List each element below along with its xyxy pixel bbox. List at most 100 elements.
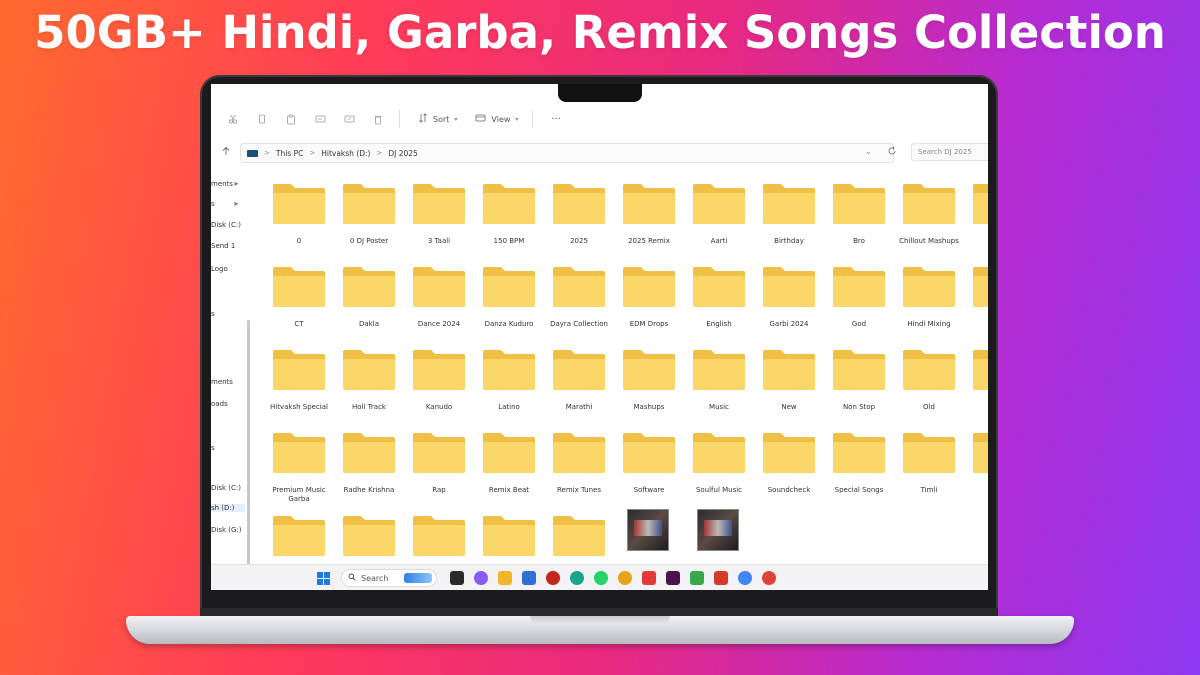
breadcrumb-current-folder[interactable]: DJ 2025 xyxy=(388,149,417,158)
folder-item[interactable]: Bro xyxy=(829,182,895,262)
nav-item[interactable]: Disk (C:) xyxy=(211,484,241,492)
folder-item[interactable]: 2025 Remix xyxy=(619,182,685,262)
folder-item[interactable]: H xyxy=(969,265,988,345)
share-icon[interactable] xyxy=(342,112,356,126)
folder-item[interactable]: Music xyxy=(689,348,755,428)
folder-item[interactable]: Dayra Collection xyxy=(549,265,615,345)
nav-item-selected[interactable]: sh (D:) xyxy=(211,504,245,512)
folder-item[interactable]: God xyxy=(829,265,895,345)
task-view-icon[interactable] xyxy=(450,571,464,585)
folder-item[interactable]: Mashups xyxy=(619,348,685,428)
more-options-button[interactable]: ··· xyxy=(551,114,561,125)
folder-item[interactable]: Kanudo xyxy=(409,348,475,428)
folder-item[interactable]: 150 BPM xyxy=(479,182,545,262)
search-input[interactable]: Search DJ 2025 xyxy=(911,143,988,161)
folder-item[interactable]: Rap xyxy=(409,431,475,511)
copy-icon[interactable] xyxy=(255,112,269,126)
view-icon xyxy=(475,113,486,125)
folder-icon xyxy=(343,184,395,224)
folder-item[interactable] xyxy=(969,348,988,428)
folder-item[interactable]: Holi Track xyxy=(339,348,405,428)
folder-item[interactable]: Marathi xyxy=(549,348,615,428)
folder-item[interactable]: Radhe Krishna xyxy=(339,431,405,511)
folder-item[interactable]: Chillout Mashups xyxy=(899,182,965,262)
folder-label: English xyxy=(706,320,732,328)
nav-item[interactable]: oads xyxy=(211,400,228,408)
folder-item[interactable]: 0 DJ Poster xyxy=(339,182,405,262)
folder-item[interactable]: Remix Tunes xyxy=(549,431,615,511)
laptop-screen: Sort ▾ View ▾ ··· > This PC > Hitvaksh (… xyxy=(211,84,988,590)
slack-icon[interactable] xyxy=(666,571,680,585)
nav-item[interactable]: ments xyxy=(211,180,233,188)
folder-item[interactable]: Hindi Mixing xyxy=(899,265,965,345)
folder-item[interactable]: Dakla xyxy=(339,265,405,345)
nav-item[interactable]: Disk (G:) xyxy=(211,526,242,534)
folder-item[interactable]: Danza Kuduro xyxy=(479,265,545,345)
app-red-icon[interactable] xyxy=(546,571,560,585)
folder-item[interactable]: New xyxy=(759,348,825,428)
folder-item[interactable]: Cro xyxy=(969,182,988,262)
nav-scrollbar[interactable] xyxy=(247,320,250,590)
refresh-icon[interactable] xyxy=(887,146,897,158)
up-arrow-icon[interactable] xyxy=(221,146,231,158)
folder-item[interactable]: CT xyxy=(269,265,335,345)
app-green-icon[interactable] xyxy=(690,571,704,585)
address-bar[interactable]: > This PC > Hitvaksh (D:) > DJ 2025 ⌄ xyxy=(240,143,894,163)
nav-item[interactable]: ments xyxy=(211,378,233,386)
folder-item[interactable]: 0 xyxy=(269,182,335,262)
chevron-down-icon[interactable]: ⌄ xyxy=(865,147,872,156)
pin-icon: ➤ xyxy=(233,180,239,188)
folder-item[interactable]: Remix Beat xyxy=(479,431,545,511)
folder-item[interactable]: Dance 2024 xyxy=(409,265,475,345)
windows-start-icon[interactable] xyxy=(317,572,330,585)
laptop-notch xyxy=(558,84,642,102)
folder-item[interactable]: Birthday xyxy=(759,182,825,262)
folder-item[interactable]: Premium Music Garba xyxy=(269,431,335,511)
folder-item[interactable]: Garbi 2024 xyxy=(759,265,825,345)
folder-item[interactable]: Software xyxy=(619,431,685,511)
folder-label: Kanudo xyxy=(425,403,453,411)
app-red2-icon[interactable] xyxy=(642,571,656,585)
app-teal-icon[interactable] xyxy=(570,571,584,585)
copilot-icon[interactable] xyxy=(474,571,488,585)
folder-item[interactable]: Hitvaksh Special xyxy=(269,348,335,428)
taskbar-search[interactable]: Search xyxy=(341,569,437,587)
paste-icon[interactable] xyxy=(284,112,298,126)
whatsapp-icon[interactable] xyxy=(594,571,608,585)
folder-item[interactable]: Special Songs xyxy=(829,431,895,511)
folder-item[interactable]: English xyxy=(689,265,755,345)
chrome3-icon[interactable] xyxy=(762,571,776,585)
file-explorer-icon[interactable] xyxy=(498,571,512,585)
store-icon[interactable] xyxy=(522,571,536,585)
folder-item[interactable]: Non Stop xyxy=(829,348,895,428)
folder-item[interactable]: Soundcheck xyxy=(759,431,825,511)
folder-item[interactable]: Aarti xyxy=(689,182,755,262)
nav-item[interactable]: Disk (C:) xyxy=(211,221,241,229)
nav-item[interactable]: s xyxy=(211,310,215,318)
image-thumbnail[interactable] xyxy=(697,509,739,551)
folder-item[interactable]: Old xyxy=(899,348,965,428)
cut-icon[interactable] xyxy=(226,112,240,126)
view-button[interactable]: View ▾ xyxy=(475,113,518,125)
breadcrumb-this-pc[interactable]: This PC xyxy=(276,149,303,158)
chrome-icon[interactable] xyxy=(618,571,632,585)
folder-item[interactable]: Soulful Music xyxy=(689,431,755,511)
nav-item[interactable]: Logo xyxy=(211,265,228,273)
nav-item[interactable]: s xyxy=(211,444,215,452)
folder-label: Music xyxy=(709,403,729,411)
folder-item[interactable]: EDM Drops xyxy=(619,265,685,345)
rename-icon[interactable] xyxy=(313,112,327,126)
chrome2-icon[interactable] xyxy=(738,571,752,585)
breadcrumb-drive[interactable]: Hitvaksh (D:) xyxy=(321,149,370,158)
nav-item[interactable]: s xyxy=(211,200,215,208)
folder-item[interactable]: Latino xyxy=(479,348,545,428)
delete-icon[interactable] xyxy=(371,112,385,126)
folder-item[interactable]: Timli xyxy=(899,431,965,511)
image-thumbnail[interactable] xyxy=(627,509,669,551)
nav-item[interactable]: Send 1 xyxy=(211,242,235,250)
folder-item[interactable] xyxy=(969,431,988,511)
app-red3-icon[interactable] xyxy=(714,571,728,585)
folder-item[interactable]: 3 Taali xyxy=(409,182,475,262)
sort-button[interactable]: Sort ▾ xyxy=(418,113,457,125)
folder-item[interactable]: 2025 xyxy=(549,182,615,262)
